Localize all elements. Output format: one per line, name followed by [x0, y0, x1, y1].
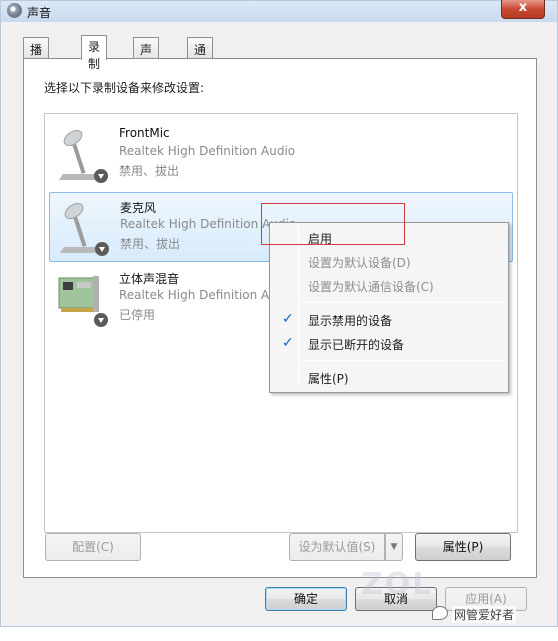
tab-sounds[interactable]: 声音 [133, 37, 160, 74]
ok-button[interactable]: 确定 [265, 587, 347, 611]
zol-watermark: ZOL [361, 567, 434, 602]
properties-button[interactable]: 属性(P) [415, 533, 511, 561]
menu-item-show-disabled[interactable]: ✓ 显示禁用的设备 [272, 308, 506, 330]
sound-card-icon [58, 276, 108, 327]
microphone-icon [59, 129, 108, 183]
sound-dialog: 声音 x 播放 录制 声音 通信 选择以下录制设备来修改设置: FrontMic… [0, 0, 558, 627]
device-status: 禁用、拔出 [119, 164, 180, 178]
menu-item-properties[interactable]: 属性(P) [272, 366, 506, 388]
close-button[interactable]: x [501, 0, 545, 19]
menu-label: 显示已断开的设备 [308, 338, 405, 352]
tab-communications[interactable]: 通信 [187, 37, 214, 74]
checkmark-icon: ✓ [282, 335, 294, 351]
context-menu: 启用 设置为默认设备(D) 设置为默认通信设备(C) ✓ 显示禁用的设备 ✓ 显… [269, 222, 509, 393]
device-item-frontmic[interactable]: FrontMic Realtek High Definition Audio 禁… [49, 120, 513, 190]
menu-item-set-default-comm[interactable]: 设置为默认通信设备(C) [272, 274, 506, 296]
title-bar: 声音 x [1, 0, 557, 22]
annotation-highlight [261, 203, 405, 245]
menu-label: 设置为默认通信设备(C) [308, 280, 434, 294]
menu-separator [300, 360, 504, 361]
speaker-gear-icon [7, 3, 22, 18]
menu-item-show-disconnected[interactable]: ✓ 显示已断开的设备 [272, 332, 506, 354]
chevron-down-icon[interactable]: ▼ [385, 533, 403, 561]
instruction-text: 选择以下录制设备来修改设置: [44, 81, 205, 95]
tab-playback[interactable]: 播放 [23, 37, 50, 74]
device-status: 禁用、拔出 [120, 237, 181, 251]
tab-recording[interactable]: 录制 [81, 35, 108, 71]
menu-label: 属性(P) [308, 372, 349, 386]
device-name: 麦克风 [120, 201, 157, 215]
configure-button[interactable]: 配置(C) [45, 533, 141, 561]
wechat-icon [432, 606, 448, 620]
window-title: 声音 [27, 6, 52, 20]
device-name: FrontMic [119, 126, 170, 140]
device-status: 已停用 [119, 308, 156, 322]
menu-label: 显示禁用的设备 [308, 314, 393, 328]
menu-item-set-default[interactable]: 设置为默认设备(D) [272, 250, 506, 272]
menu-label: 设置为默认设备(D) [308, 256, 411, 270]
microphone-icon [60, 202, 109, 256]
device-driver: Realtek High Definition Audio [119, 144, 296, 158]
watermark-text: 网管爱好者 [452, 606, 517, 623]
menu-separator [300, 302, 504, 303]
device-name: 立体声混音 [119, 272, 180, 286]
set-default-button[interactable]: 设为默认值(S) [289, 533, 385, 561]
checkmark-icon: ✓ [282, 311, 294, 327]
